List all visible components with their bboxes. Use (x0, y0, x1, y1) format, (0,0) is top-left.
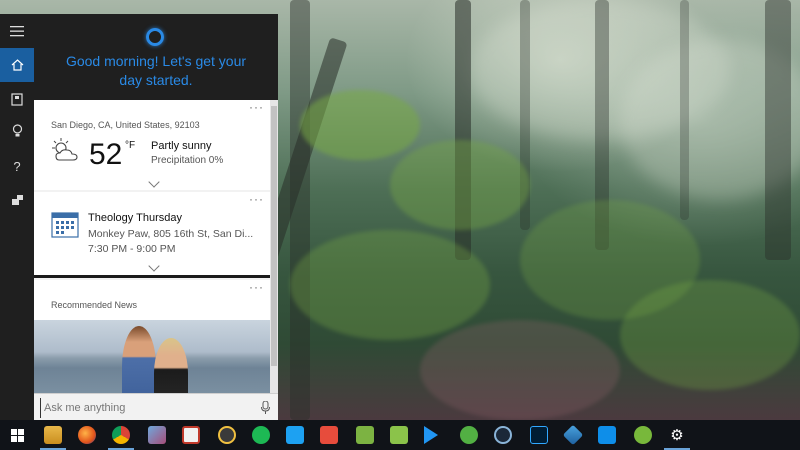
event-more-button[interactable]: ··· (249, 192, 264, 206)
event-card[interactable]: ··· Theology Thursday Monkey Paw, 805 16… (34, 192, 270, 275)
app-icon[interactable] (390, 426, 408, 444)
cortana-panel: ? Good morning! Let's get your day start… (0, 14, 278, 420)
feedback-icon (11, 195, 23, 205)
partly-sunny-icon (52, 138, 78, 161)
event-time: 7:30 PM - 9:00 PM (88, 243, 176, 255)
news-card[interactable]: ··· Recommended News (34, 280, 270, 393)
weather-location: San Diego, CA, United States, 92103 (51, 120, 200, 130)
notebook-icon (11, 92, 23, 106)
news-image[interactable] (34, 320, 270, 393)
greeting-text: Good morning! Let's get your day started… (34, 52, 278, 90)
teamviewer-icon[interactable] (598, 426, 616, 444)
cortana-cards: ··· San Diego, CA, United States, 92103 … (34, 100, 278, 393)
xbox-icon[interactable] (460, 426, 478, 444)
weather-condition: Partly sunny (151, 140, 212, 152)
settings-gear-icon[interactable]: ⚙ (668, 426, 686, 444)
event-expand-chevron-icon[interactable] (148, 260, 160, 272)
app-icon[interactable] (356, 426, 374, 444)
paint-icon[interactable] (148, 426, 166, 444)
scrollbar-thumb[interactable] (271, 106, 277, 366)
greeting-line-1: Good morning! Let's get your (65, 53, 247, 69)
weather-expand-chevron-icon[interactable] (148, 176, 160, 188)
media-player-icon[interactable] (424, 426, 438, 444)
ask-me-anything-input[interactable] (40, 398, 250, 418)
weather-card[interactable]: ··· San Diego, CA, United States, 92103 … (34, 100, 270, 190)
microphone-icon[interactable] (261, 401, 270, 414)
help-button[interactable]: ? (0, 149, 34, 183)
event-title: Theology Thursday (88, 212, 182, 224)
cortana-content: Good morning! Let's get your day started… (34, 14, 278, 420)
lightbulb-icon (12, 124, 22, 137)
file-explorer-icon[interactable] (44, 426, 62, 444)
utorrent-icon[interactable] (634, 426, 652, 444)
spotify-icon[interactable] (252, 426, 270, 444)
twitter-icon[interactable] (286, 426, 304, 444)
start-button[interactable] (0, 420, 34, 450)
home-icon (11, 59, 23, 71)
weather-more-button[interactable]: ··· (249, 100, 264, 114)
firefox-icon[interactable] (78, 426, 96, 444)
app-icon[interactable] (320, 426, 338, 444)
cortana-header: Good morning! Let's get your day started… (34, 14, 278, 100)
photoshop-icon[interactable] (530, 426, 548, 444)
chrome-icon[interactable] (112, 426, 130, 444)
cortana-logo-icon (146, 28, 164, 46)
taskbar: ⚙ (0, 420, 800, 450)
virtualbox-icon[interactable] (562, 424, 584, 446)
notebook-button[interactable] (0, 82, 34, 116)
event-location: Monkey Paw, 805 16th St, San Di... (88, 228, 254, 240)
reminders-button[interactable] (0, 114, 34, 148)
hamburger-menu-button[interactable] (0, 14, 34, 48)
steam-icon[interactable] (494, 426, 512, 444)
home-button[interactable] (0, 48, 34, 82)
help-icon: ? (13, 158, 21, 174)
weather-unit: °F (125, 140, 136, 151)
hamburger-menu-icon (10, 26, 24, 37)
app-icon[interactable] (182, 426, 200, 444)
divider (34, 275, 270, 278)
weather-temperature: 52 (89, 138, 123, 171)
app-icon[interactable] (218, 426, 236, 444)
news-label: Recommended News (51, 300, 138, 310)
weather-precipitation: Precipitation 0% (151, 155, 224, 166)
greeting-line-2: day started. (119, 72, 193, 88)
windows-start-icon (10, 428, 24, 442)
news-more-button[interactable]: ··· (249, 280, 264, 294)
cortana-rail: ? (0, 14, 34, 420)
calendar-icon (51, 212, 79, 238)
cards-scrollbar[interactable] (270, 100, 278, 393)
feedback-button[interactable] (0, 183, 34, 217)
cortana-search-bar (34, 393, 278, 420)
